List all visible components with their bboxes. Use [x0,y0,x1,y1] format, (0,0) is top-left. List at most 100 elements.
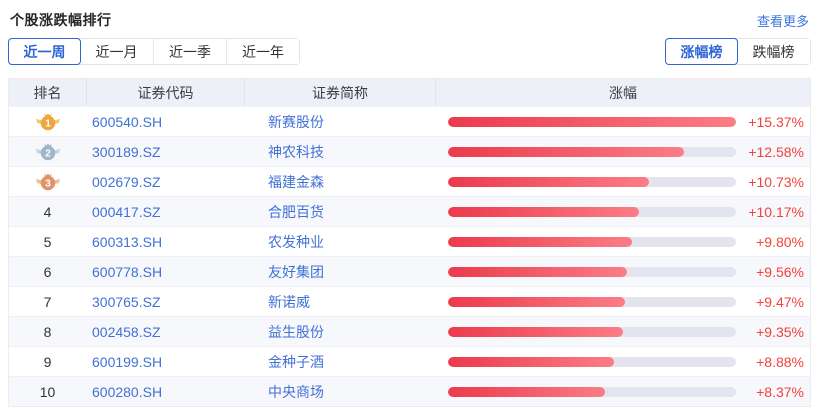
change-percent: +8.37% [756,383,804,400]
period-tab-group: 近一周 近一月 近一季 近一年 [8,38,300,65]
change-percent: +9.35% [756,323,804,340]
rank-number: 10 [39,383,56,400]
table-row[interactable]: 1 600540.SH 新赛股份 +15.37% [9,106,810,136]
view-more-link[interactable]: 查看更多 [757,11,809,30]
stock-name[interactable]: 福建金森 [244,167,435,196]
change-cell: +9.56% [435,257,810,286]
change-bar-track [448,206,736,217]
ranking-table: 排名 证券代码 证券简称 涨幅 1 600540.SH 新赛股份 +15.37% 2 30… [8,78,811,407]
tab-period-3[interactable]: 近一季 [153,39,226,64]
change-percent: +10.17% [748,203,804,220]
stock-code[interactable]: 002679.SZ [86,167,244,196]
stock-code[interactable]: 000417.SZ [86,197,244,226]
rank-medal-silver-icon: 2 [9,137,86,166]
stock-code[interactable]: 600199.SH [86,347,244,376]
table-row[interactable]: 6 600778.SH 友好集团 +9.56% [9,256,810,286]
stock-name[interactable]: 中央商场 [244,377,435,406]
table-body: 1 600540.SH 新赛股份 +15.37% 2 300189.SZ 神农科技 +12.5… [9,106,810,406]
table-row[interactable]: 3 002679.SZ 福建金森 +10.73% [9,166,810,196]
change-cell: +10.73% [435,167,810,196]
change-bar-track [448,236,736,247]
rank-number: 8 [43,323,52,340]
change-percent: +9.47% [756,293,804,310]
stock-code[interactable]: 300189.SZ [86,137,244,166]
rank-number: 5 [43,233,52,250]
stock-name[interactable]: 新诺威 [244,287,435,316]
stock-name[interactable]: 新赛股份 [244,107,435,136]
stock-code[interactable]: 600778.SH [86,257,244,286]
column-header-change: 涨幅 [435,79,810,106]
change-bar [448,386,605,397]
change-cell: +9.47% [435,287,810,316]
change-bar-track [448,296,736,307]
tab-period-4[interactable]: 近一年 [226,39,299,64]
stock-ranking-widget: 个股涨跌幅排行 查看更多 近一周 近一月 近一季 近一年 涨幅榜 跌幅榜 排名 证券代码… [0,0,819,414]
change-percent: +8.88% [756,353,804,370]
svg-text:2: 2 [45,149,51,160]
svg-text:3: 3 [45,179,51,190]
stock-name[interactable]: 神农科技 [244,137,435,166]
change-bar-track [448,176,736,187]
table-row[interactable]: 7 300765.SZ 新诺威 +9.47% [9,286,810,316]
rank-number: 4 [43,203,52,220]
rank-number: 7 [43,293,52,310]
tab-board-2[interactable]: 跌幅榜 [737,39,810,64]
change-bar [448,296,626,307]
tab-row: 近一周 近一月 近一季 近一年 涨幅榜 跌幅榜 [0,30,819,65]
table-row[interactable]: 5 600313.SH 农发种业 +9.80% [9,226,810,256]
svg-text:1: 1 [45,119,51,130]
stock-code[interactable]: 600540.SH [86,107,244,136]
change-bar-track [448,356,736,367]
table-row[interactable]: 2 300189.SZ 神农科技 +12.58% [9,136,810,166]
change-cell: +12.58% [435,137,810,166]
change-bar [448,266,628,277]
change-bar-track [448,326,736,337]
stock-code[interactable]: 600280.SH [86,377,244,406]
change-bar [448,236,632,247]
change-bar [448,326,624,337]
table-row[interactable]: 8 002458.SZ 益生股份 +9.35% [9,316,810,346]
change-cell: +8.37% [435,377,810,406]
column-header-name: 证券简称 [244,79,435,106]
change-cell: +9.80% [435,227,810,256]
stock-name[interactable]: 合肥百货 [244,197,435,226]
change-cell: +8.88% [435,347,810,376]
column-header-rank: 排名 [33,84,62,101]
change-bar-track [448,116,736,127]
stock-name[interactable]: 金种子酒 [244,347,435,376]
board-tab-group: 涨幅榜 跌幅榜 [665,38,811,65]
stock-name[interactable]: 农发种业 [244,227,435,256]
change-bar-track [448,266,736,277]
change-bar [448,116,736,127]
tab-period-2[interactable]: 近一月 [80,39,153,64]
change-percent: +15.37% [748,113,804,130]
change-bar-track [448,386,736,397]
stock-name[interactable]: 友好集团 [244,257,435,286]
change-percent: +10.73% [748,173,804,190]
table-row[interactable]: 10 600280.SH 中央商场 +8.37% [9,376,810,406]
table-row[interactable]: 4 000417.SZ 合肥百货 +10.17% [9,196,810,226]
stock-name[interactable]: 益生股份 [244,317,435,346]
column-header-code: 证券代码 [86,79,244,106]
rank-medal-gold-icon: 1 [9,107,86,136]
change-cell: +15.37% [435,107,810,136]
tab-board-1[interactable]: 涨幅榜 [665,38,738,65]
table-row[interactable]: 9 600199.SH 金种子酒 +8.88% [9,346,810,376]
change-percent: +12.58% [748,143,804,160]
change-cell: +10.17% [435,197,810,226]
change-bar [448,356,615,367]
change-cell: +9.35% [435,317,810,346]
table-header-row: 排名 证券代码 证券简称 涨幅 [9,79,810,106]
rank-number: 9 [43,353,52,370]
change-percent: +9.56% [756,263,804,280]
change-bar [448,146,684,157]
stock-code[interactable]: 002458.SZ [86,317,244,346]
change-bar [448,206,639,217]
page-title: 个股涨跌幅排行 [10,12,112,28]
stock-code[interactable]: 300765.SZ [86,287,244,316]
tab-period-1[interactable]: 近一周 [8,38,81,65]
rank-number: 6 [43,263,52,280]
stock-code[interactable]: 600313.SH [86,227,244,256]
rank-medal-bronze-icon: 3 [9,167,86,196]
change-bar [448,176,650,187]
